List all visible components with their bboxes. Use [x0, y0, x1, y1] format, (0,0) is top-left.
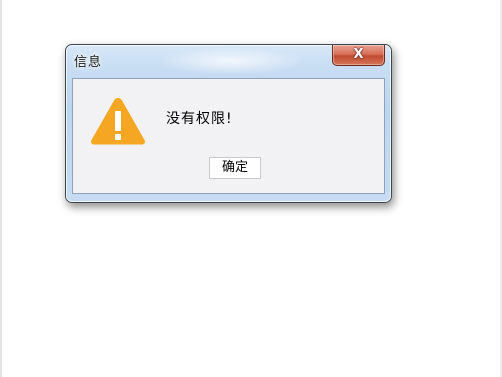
dialog-content: 没有权限! 确定 [72, 78, 385, 194]
title-bar-glow [156, 47, 306, 75]
message-text: 没有权限! [166, 111, 233, 127]
dialog-title: 信息 [74, 55, 103, 70]
ok-button[interactable]: 确定 [209, 157, 261, 179]
warning-icon [91, 98, 145, 145]
info-dialog: 信息 X 没有权限! 确定 [65, 44, 392, 203]
close-button[interactable]: X [332, 45, 385, 66]
close-icon: X [353, 47, 364, 62]
desktop-background: 信息 X 没有权限! 确定 [0, 0, 502, 377]
left-border [0, 0, 2, 377]
